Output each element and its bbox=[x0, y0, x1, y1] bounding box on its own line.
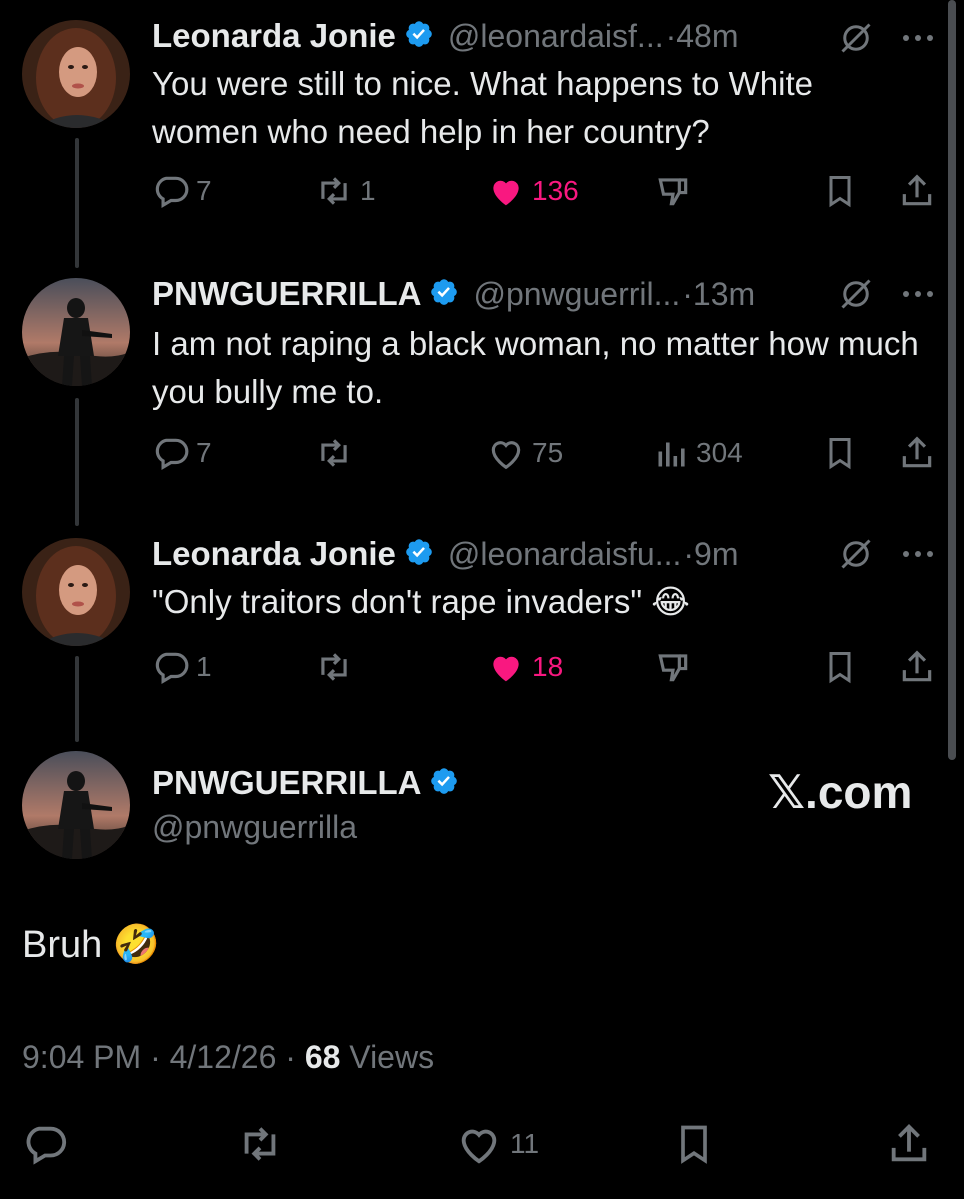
reply-icon bbox=[26, 1126, 67, 1165]
verified-badge-icon bbox=[429, 277, 459, 312]
author-name[interactable]: PNWGUERRILLA bbox=[152, 764, 421, 802]
like-button[interactable]: 18 bbox=[486, 648, 563, 686]
share-icon[interactable] bbox=[898, 172, 936, 210]
avatar[interactable] bbox=[22, 751, 130, 859]
repost-icon bbox=[321, 653, 347, 681]
tweet-meta: 9:04 PM · 4/12/26 · 68 Views bbox=[22, 1039, 434, 1076]
reply-button[interactable] bbox=[22, 1121, 68, 1167]
share-icon[interactable] bbox=[886, 1121, 932, 1167]
like-count: 75 bbox=[532, 437, 564, 468]
share-icon[interactable] bbox=[898, 648, 936, 686]
tweet[interactable]: Leonarda Jonie @leonardaisf... ·48m You … bbox=[0, 12, 948, 232]
tweet-text: "Only traitors don't rape invaders" 😂 bbox=[152, 583, 690, 620]
author-handle[interactable]: @leonardaisf... bbox=[448, 18, 664, 55]
bookmark-icon[interactable] bbox=[822, 434, 858, 472]
reply-button[interactable]: 1 bbox=[152, 648, 212, 686]
repost-count: 1 bbox=[360, 175, 376, 206]
author-name[interactable]: PNWGUERRILLA bbox=[152, 275, 421, 313]
repost-button[interactable] bbox=[314, 648, 354, 686]
views-button[interactable]: 304 bbox=[654, 434, 743, 472]
dislike-icon[interactable] bbox=[654, 648, 692, 686]
bookmark-icon[interactable] bbox=[672, 1121, 716, 1167]
reply-count: 1 bbox=[196, 651, 212, 682]
verified-badge-icon bbox=[404, 19, 434, 54]
tweet[interactable]: PNWGUERRILLA @pnwguerril... ·13m I am no… bbox=[0, 272, 948, 492]
repost-icon bbox=[244, 1127, 276, 1161]
like-button[interactable]: 75 bbox=[486, 434, 563, 472]
timestamp[interactable]: ·9m bbox=[683, 536, 738, 573]
grok-icon[interactable] bbox=[838, 20, 874, 61]
heart-icon bbox=[493, 656, 519, 682]
more-icon[interactable] bbox=[900, 282, 936, 311]
more-icon[interactable] bbox=[900, 542, 936, 571]
views-icon bbox=[658, 442, 685, 467]
reply-count: 7 bbox=[196, 437, 212, 468]
repost-button[interactable]: 1 bbox=[314, 172, 376, 210]
like-count: 18 bbox=[532, 651, 564, 682]
views-label: Views bbox=[340, 1039, 435, 1075]
author-name[interactable]: Leonarda Jonie bbox=[152, 17, 396, 55]
timestamp[interactable]: ·48m bbox=[666, 18, 739, 55]
author-name[interactable]: Leonarda Jonie bbox=[152, 535, 396, 573]
main-tweet: PNWGUERRILLA @pnwguerrilla 𝕏.com Bruh 🤣 … bbox=[0, 745, 948, 1199]
author-handle[interactable]: @leonardaisfu... bbox=[448, 536, 682, 573]
views-count: 68 bbox=[304, 1039, 341, 1075]
repost-button[interactable] bbox=[236, 1121, 284, 1167]
bookmark-icon[interactable] bbox=[822, 648, 858, 686]
share-icon[interactable] bbox=[898, 434, 936, 472]
verified-badge-icon bbox=[429, 766, 459, 801]
more-icon[interactable] bbox=[900, 26, 936, 55]
reply-icon bbox=[155, 652, 189, 685]
tweet-text: You were still to nice. What happens to … bbox=[152, 65, 813, 150]
like-button[interactable]: 136 bbox=[486, 172, 579, 210]
heart-icon bbox=[493, 180, 519, 206]
author-handle[interactable]: @pnwguerril... bbox=[473, 276, 680, 313]
reply-icon bbox=[155, 176, 189, 209]
views-count: 304 bbox=[696, 437, 743, 468]
timestamp: 9:04 PM · 4/12/26 · bbox=[22, 1039, 305, 1075]
grok-icon[interactable] bbox=[838, 276, 874, 317]
repost-icon bbox=[321, 177, 347, 205]
scrollbar[interactable] bbox=[948, 0, 956, 760]
heart-icon bbox=[461, 1129, 497, 1164]
tweet-text: Bruh 🤣 bbox=[22, 924, 161, 966]
bookmark-icon[interactable] bbox=[822, 172, 858, 210]
repost-button[interactable] bbox=[314, 434, 354, 472]
timestamp[interactable]: ·13m bbox=[682, 276, 755, 313]
reply-button[interactable]: 7 bbox=[152, 434, 212, 472]
reply-button[interactable]: 7 bbox=[152, 172, 212, 210]
x-watermark: 𝕏.com bbox=[768, 766, 913, 818]
reply-icon bbox=[155, 438, 189, 471]
avatar[interactable] bbox=[22, 278, 130, 386]
like-count: 136 bbox=[532, 175, 579, 206]
tweet[interactable]: Leonarda Jonie @leonardaisfu... ·9m "Onl… bbox=[0, 530, 948, 710]
heart-icon bbox=[491, 441, 521, 470]
like-button[interactable]: 11 bbox=[454, 1121, 539, 1167]
like-count: 11 bbox=[510, 1128, 540, 1159]
tweet-text: I am not raping a black woman, no matter… bbox=[152, 325, 919, 410]
avatar[interactable] bbox=[22, 20, 130, 128]
author-handle[interactable]: @pnwguerrilla bbox=[152, 809, 357, 846]
repost-icon bbox=[321, 439, 347, 467]
avatar[interactable] bbox=[22, 538, 130, 646]
verified-badge-icon bbox=[404, 537, 434, 572]
dislike-icon[interactable] bbox=[654, 172, 692, 210]
grok-icon[interactable] bbox=[838, 536, 874, 577]
reply-count: 7 bbox=[196, 175, 212, 206]
